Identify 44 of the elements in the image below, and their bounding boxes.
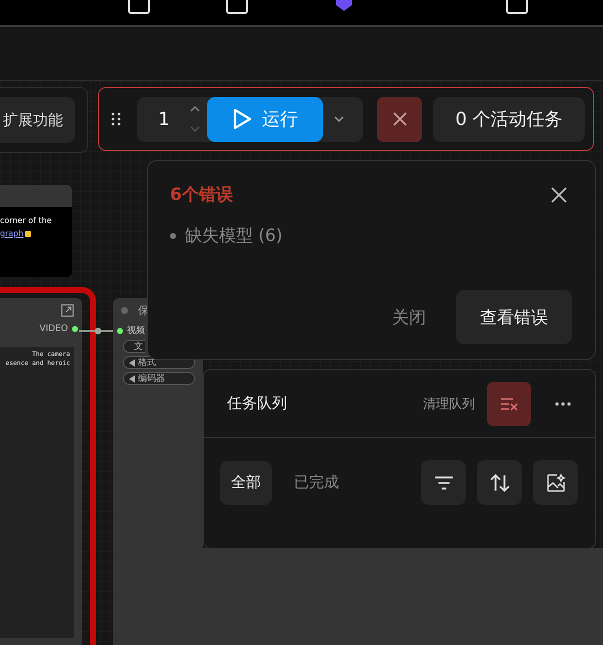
more-icon[interactable] — [555, 402, 571, 406]
panel-title: 任务队列 — [227, 394, 287, 413]
view-errors-button[interactable]: 查看错误 — [456, 290, 572, 344]
note-text: corner of the — [0, 215, 53, 227]
run-button[interactable]: 运行 — [207, 96, 323, 142]
input-dot[interactable] — [117, 328, 123, 334]
clear-queue-label: 清理队列 — [423, 396, 475, 412]
error-item: 缺失模型 (6) — [185, 225, 282, 247]
tab-icon[interactable] — [506, 0, 528, 14]
dialog-title: 6个错误 — [170, 184, 233, 206]
output-dot[interactable] — [72, 326, 78, 332]
close-icon — [392, 112, 406, 126]
close-button[interactable]: 关闭 — [372, 290, 446, 344]
drag-handle-icon[interactable] — [111, 112, 121, 126]
node-widget[interactable]: 文 — [123, 340, 145, 353]
node-widget[interactable]: 编码器 — [123, 372, 195, 385]
clear-list-icon — [500, 396, 518, 410]
sort-icon — [490, 472, 510, 492]
expand-icon[interactable] — [61, 304, 74, 317]
filter-button[interactable] — [421, 460, 466, 505]
sort-button[interactable] — [477, 460, 522, 505]
play-icon — [232, 108, 252, 130]
extensions-button[interactable]: 扩展功能 — [0, 97, 75, 143]
active-tasks-button[interactable]: 0 个活动任务 — [433, 96, 585, 142]
cancel-button[interactable] — [377, 96, 422, 142]
filter-tab[interactable]: 已完成 — [283, 460, 350, 504]
note-link[interactable]: graph — [0, 227, 24, 240]
filter-tab[interactable]: 全部 — [220, 460, 272, 504]
tab-icon[interactable] — [128, 0, 150, 14]
image-sparkle-icon — [546, 472, 566, 492]
pointer-icon — [24, 230, 32, 238]
hexagon-icon[interactable] — [334, 0, 354, 14]
status-dot — [121, 306, 128, 314]
caret-icon[interactable] — [334, 116, 344, 122]
bullet-icon — [170, 232, 176, 238]
clear-queue-button[interactable] — [487, 382, 531, 426]
close-icon[interactable] — [551, 186, 567, 202]
batch-count-field[interactable]: 1 — [139, 108, 189, 130]
image-button[interactable] — [533, 460, 578, 505]
input-label: 视频 — [127, 324, 145, 337]
tab-icon[interactable] — [226, 0, 248, 14]
output-label: VIDEO — [39, 324, 68, 334]
stepper-icon[interactable] — [189, 105, 201, 133]
node-header — [0, 185, 72, 207]
